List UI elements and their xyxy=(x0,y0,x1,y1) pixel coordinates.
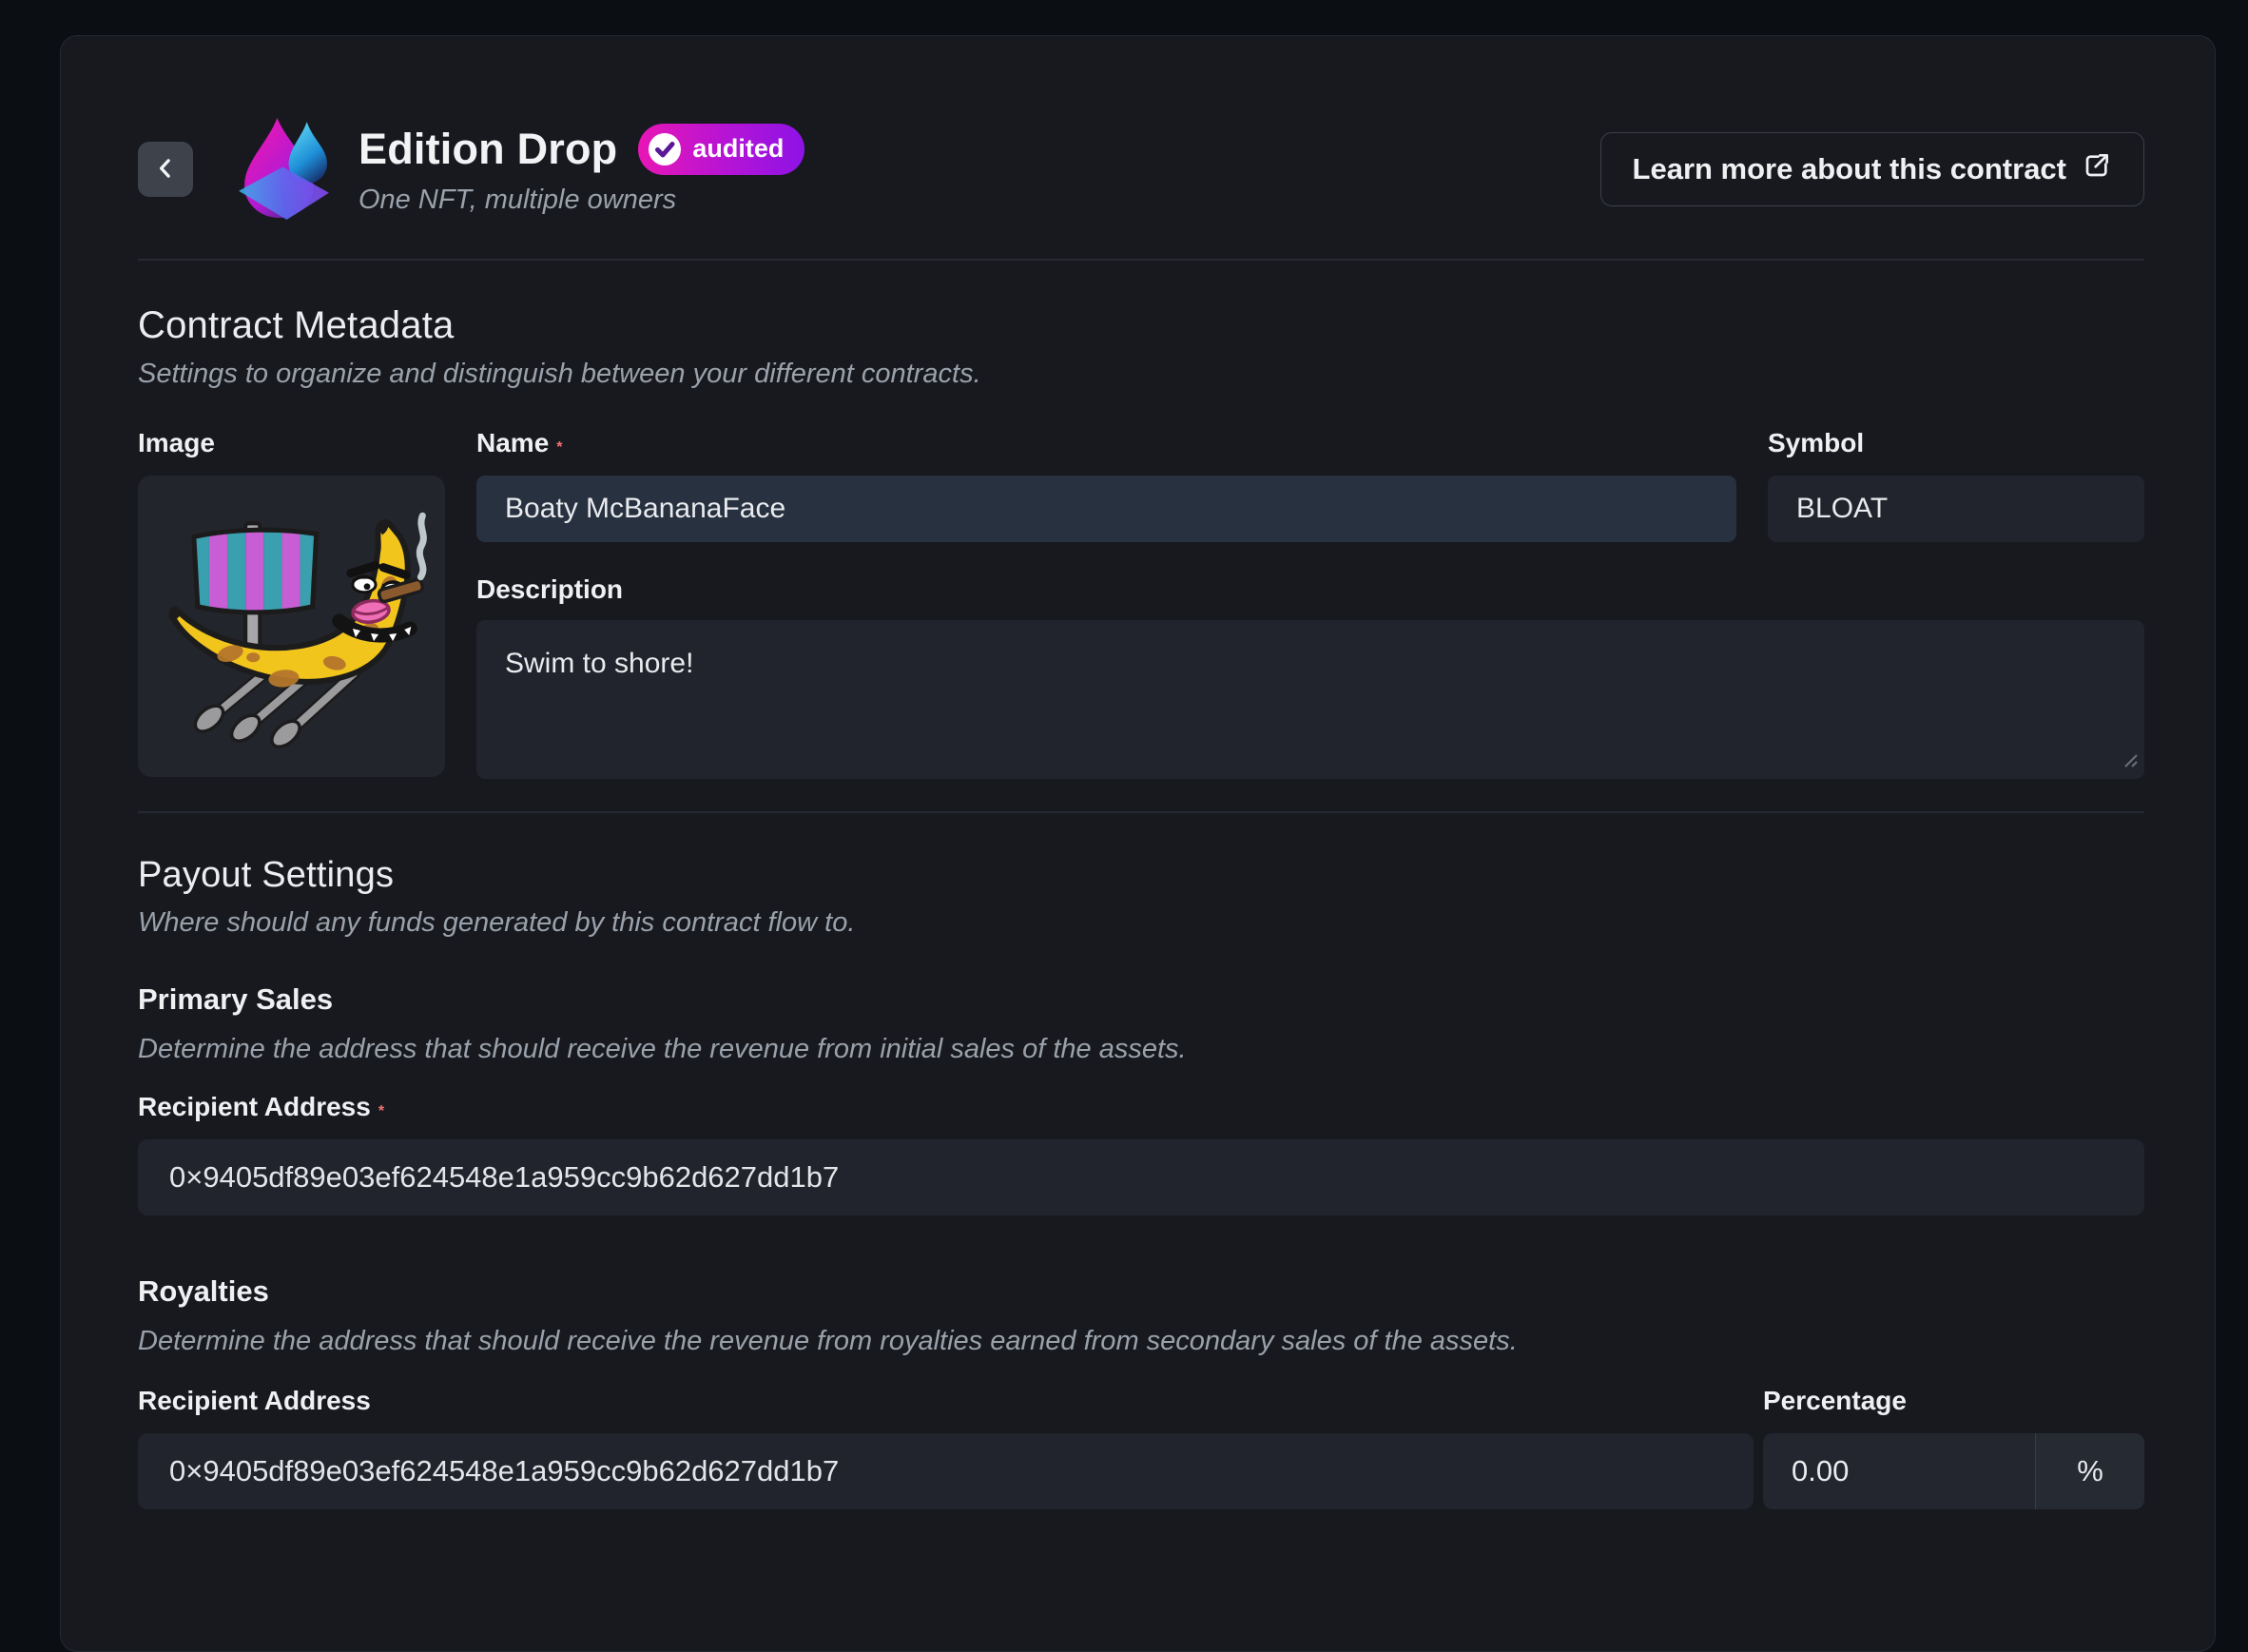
image-upload-preview[interactable] xyxy=(138,476,445,777)
banana-boat-illustration xyxy=(138,476,445,777)
percentage-field: % xyxy=(1763,1433,2144,1509)
image-label: Image xyxy=(138,428,215,457)
payout-settings-description: Where should any funds generated by this… xyxy=(138,907,2144,939)
royalty-recipient-label: Recipient Address xyxy=(138,1386,371,1415)
audited-badge: audited xyxy=(638,124,804,175)
primary-recipient-required-asterisk: * xyxy=(378,1103,384,1119)
royalties-description: Determine the address that should receiv… xyxy=(138,1326,2144,1357)
header-divider xyxy=(138,259,2144,261)
percentage-input[interactable] xyxy=(1763,1433,2035,1509)
learn-more-button[interactable]: Learn more about this contract xyxy=(1600,132,2144,206)
section-divider xyxy=(138,811,2144,813)
name-input[interactable] xyxy=(476,476,1736,542)
contract-metadata-form: Image Name * Symbol xyxy=(138,428,2144,779)
percent-suffix: % xyxy=(2035,1433,2144,1509)
description-textarea[interactable]: Swim to shore! xyxy=(476,620,2144,779)
contract-metadata-description: Settings to organize and distinguish bet… xyxy=(138,359,2144,390)
header: Edition Drop audited One NFT, multiple o… xyxy=(138,112,2144,226)
contract-metadata-heading: Contract Metadata xyxy=(138,304,2144,347)
badge-label: audited xyxy=(692,134,784,164)
percentage-label: Percentage xyxy=(1763,1386,1907,1415)
back-button[interactable] xyxy=(138,142,193,197)
title-block: Edition Drop audited One NFT, multiple o… xyxy=(359,124,804,216)
external-link-icon xyxy=(2082,150,2112,188)
royalties-form: Recipient Address Percentage % xyxy=(138,1386,2144,1509)
primary-sales-heading: Primary Sales xyxy=(138,982,2144,1017)
chevron-left-icon xyxy=(151,154,180,185)
page-title: Edition Drop xyxy=(359,125,617,174)
check-circle-icon xyxy=(647,131,683,167)
primary-recipient-label: Recipient Address xyxy=(138,1092,371,1121)
name-required-asterisk: * xyxy=(556,439,562,456)
primary-sales-description: Determine the address that should receiv… xyxy=(138,1034,2144,1065)
payout-settings-heading: Payout Settings xyxy=(138,855,2144,896)
edition-drop-logo-icon xyxy=(233,114,334,224)
primary-recipient-address-input[interactable] xyxy=(138,1139,2144,1215)
name-label: Name xyxy=(476,428,549,457)
royalty-recipient-address-input[interactable] xyxy=(138,1433,1754,1509)
symbol-input[interactable] xyxy=(1768,476,2144,542)
description-label: Description xyxy=(476,574,623,605)
royalties-heading: Royalties xyxy=(138,1274,2144,1309)
learn-more-label: Learn more about this contract xyxy=(1633,152,2066,186)
contract-settings-card: Edition Drop audited One NFT, multiple o… xyxy=(60,35,2216,1652)
page-subtitle: One NFT, multiple owners xyxy=(359,185,804,216)
symbol-label: Symbol xyxy=(1768,428,1864,457)
